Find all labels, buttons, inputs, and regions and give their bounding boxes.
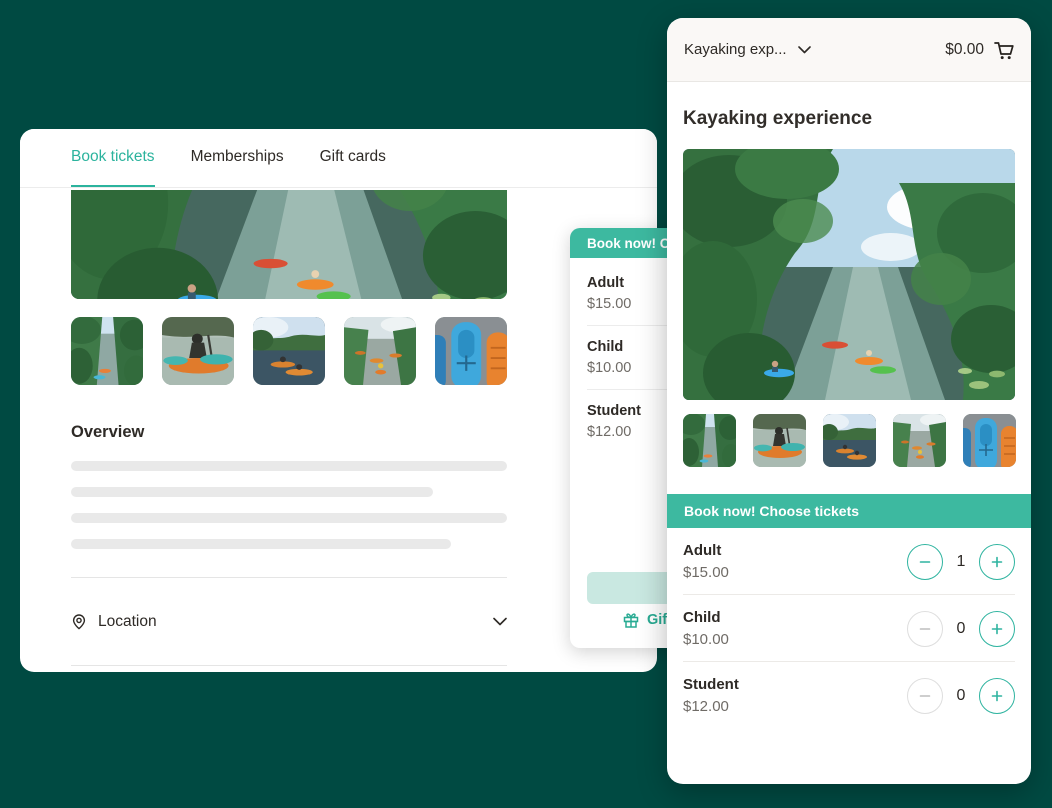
photo-thumbnail-3[interactable]	[253, 317, 325, 385]
ticket-row-child: Child $10.00 0	[683, 595, 1015, 662]
tab-bar: Book tickets Memberships Gift cards	[20, 129, 657, 188]
chevron-down-icon	[798, 46, 811, 54]
skeleton-line	[71, 539, 451, 549]
skeleton-line	[71, 461, 507, 471]
plus-button[interactable]	[979, 611, 1015, 647]
tab-memberships[interactable]: Memberships	[191, 129, 284, 187]
ticket-name: Student	[683, 676, 739, 693]
quantity-stepper-adult: 1	[907, 544, 1015, 580]
checkout-widget: Kayaking exp... $0.00 Kayaking experienc…	[667, 18, 1031, 784]
minus-button[interactable]	[907, 611, 943, 647]
photo-thumbnail-2[interactable]	[753, 414, 806, 467]
skeleton-line	[71, 487, 433, 497]
photo-thumbnail-2[interactable]	[162, 317, 234, 385]
ticket-row-student: Student $12.00 0	[683, 662, 1015, 728]
minus-button[interactable]	[907, 678, 943, 714]
chevron-down-icon	[493, 617, 507, 626]
ticket-name: Child	[683, 609, 729, 626]
gift-icon	[623, 612, 639, 628]
ticket-name: Adult	[683, 542, 729, 559]
product-selector-value: Kayaking exp...	[684, 41, 787, 58]
location-label: Location	[98, 613, 493, 631]
product-selector[interactable]: Kayaking exp...	[684, 41, 811, 58]
photo-thumbnail-5[interactable]	[963, 414, 1016, 467]
product-photo-widget	[683, 149, 1015, 400]
gift-link[interactable]: Gift	[623, 612, 672, 628]
photo-thumbnails	[683, 414, 1015, 467]
location-pin-icon	[71, 614, 87, 630]
minus-button[interactable]	[907, 544, 943, 580]
cart-total: $0.00	[945, 41, 984, 59]
quantity-value: 1	[950, 553, 972, 571]
location-accordion[interactable]: Location	[71, 578, 507, 665]
photo-thumbnail-3[interactable]	[823, 414, 876, 467]
photo-thumbnail-5[interactable]	[435, 317, 507, 385]
product-title: Kayaking experience	[683, 108, 1015, 130]
photo-thumbnail-4[interactable]	[344, 317, 416, 385]
skeleton-line	[71, 513, 507, 523]
ticket-row-adult: Adult $15.00 1	[683, 528, 1015, 595]
photo-thumbnail-1[interactable]	[683, 414, 736, 467]
book-now-banner: Book now! Choose tickets	[667, 494, 1031, 528]
page-background: Book tickets Memberships Gift cards Over…	[0, 0, 1052, 808]
tab-gift-cards[interactable]: Gift cards	[320, 129, 386, 187]
divider	[71, 665, 507, 666]
main-card: Book tickets Memberships Gift cards Over…	[20, 129, 657, 672]
overview-heading: Overview	[71, 423, 507, 442]
tab-book-tickets[interactable]: Book tickets	[71, 129, 155, 187]
ticket-price: $10.00	[683, 631, 729, 648]
photo-thumbnails	[71, 317, 507, 385]
plus-button[interactable]	[979, 678, 1015, 714]
product-photo-main	[71, 190, 507, 299]
photo-thumbnail-1[interactable]	[71, 317, 143, 385]
cart-button[interactable]: $0.00	[945, 39, 1015, 60]
photo-thumbnail-4[interactable]	[893, 414, 946, 467]
ticket-price: $12.00	[683, 698, 739, 715]
cart-icon	[993, 39, 1015, 60]
quantity-stepper-student: 0	[907, 678, 1015, 714]
ticket-price: $15.00	[683, 564, 729, 581]
quantity-stepper-child: 0	[907, 611, 1015, 647]
quantity-value: 0	[950, 687, 972, 705]
quantity-value: 0	[950, 620, 972, 638]
plus-button[interactable]	[979, 544, 1015, 580]
widget-header: Kayaking exp... $0.00	[667, 18, 1031, 82]
